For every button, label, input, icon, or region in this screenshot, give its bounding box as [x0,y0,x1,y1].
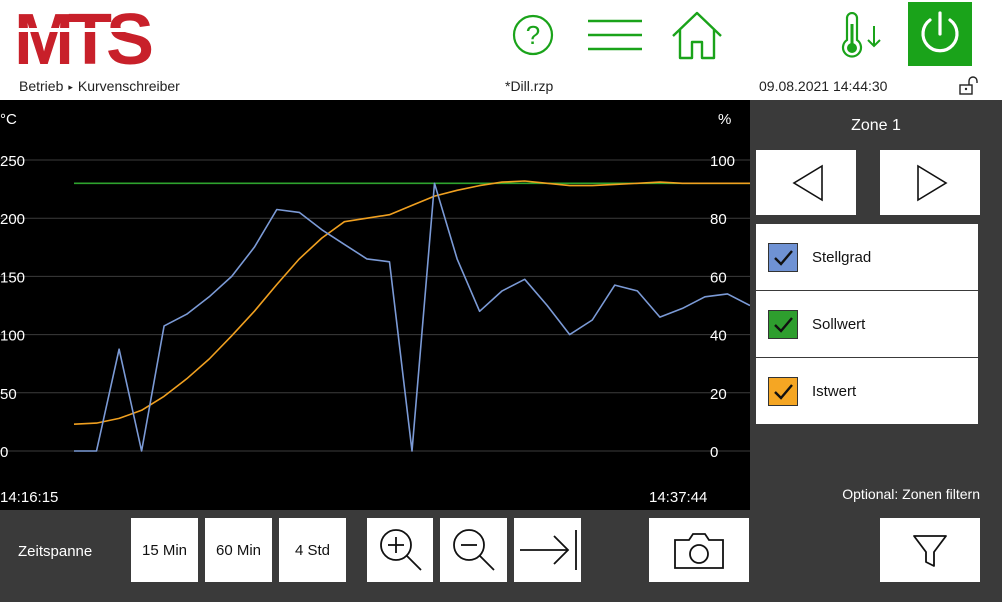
home-icon[interactable] [670,10,724,60]
breadcrumb: Betrieb ▸ Kurvenschreiber [19,78,180,94]
checkbox-stellgrad[interactable] [768,243,798,272]
y-tick-left: 250 [0,153,25,170]
camera-icon [674,533,724,569]
help-icon[interactable]: ? [512,14,554,56]
y-tick-left: 50 [0,386,17,403]
mts-logo: MTS [16,6,186,68]
prev-zone-button[interactable] [756,150,856,215]
power-button[interactable] [908,2,972,66]
breadcrumb-separator: ▸ [68,82,73,92]
filter-icon [913,535,947,567]
timespan-4std-button[interactable]: 4 Std [279,518,346,582]
zone-filter-label: Optional: Zonen filtern [842,486,980,502]
y-tick-right: 80 [710,211,727,228]
thermometer-down-icon[interactable] [838,12,888,60]
arrow-to-end-icon [520,530,577,570]
triangle-right-icon [917,164,948,202]
screenshot-button[interactable] [649,518,749,582]
y-tick-left: 0 [0,444,8,461]
next-zone-button[interactable] [880,150,980,215]
series-line-stellgrad [74,182,750,452]
zeitspanne-label: Zeitspanne [18,543,93,560]
svg-text:MTS: MTS [16,6,152,68]
y-tick-left: 150 [0,269,25,286]
line-chart: 250 100200 80150 60100 4050 200 0°C %14:16:15 14… [0,111,750,506]
bottom-toolbar: Zeitspanne 15 Min 60 Min 4 Std [0,510,1002,602]
check-icon [774,317,793,333]
zoom-in-icon [380,529,422,571]
button-label: 60 Min [215,542,262,559]
y-tick-right: 20 [710,386,727,403]
filter-button[interactable] [880,518,980,582]
header-bar: MTS Betrieb ▸ Kurvenschreiber *Dill.rzp ? … [0,0,1002,100]
triangle-left-icon [792,164,823,202]
y-tick-right: 0 [710,444,718,461]
checkbox-sollwert[interactable] [768,310,798,339]
zoom-in-button[interactable] [367,518,433,582]
chart-area: 250 100 200 80 150 60 100 40 50 20 0 0 °C% 14:16:15 14… [0,100,750,510]
checkbox-istwert[interactable] [768,377,798,406]
legend-stellgrad[interactable]: Stellgrad [756,224,978,290]
side-panel: Zone 1 Stellgrad Sollwert Istwert Option… [750,100,1002,510]
x-tick-start: 14:16:15 [0,489,58,506]
y-tick-left: 200 [0,211,25,228]
menu-icon[interactable] [586,16,644,54]
svg-text:?: ? [526,20,540,50]
check-icon [774,384,793,400]
jump-to-end-button[interactable] [514,518,581,582]
y-axis-unit-left: °C [0,111,17,128]
button-label: 4 Std [294,542,331,559]
power-icon [921,11,959,53]
legend-label: Istwert [812,383,857,400]
zone-title: Zone 1 [851,117,901,134]
y-tick-right: 40 [710,328,727,345]
zoom-out-icon [453,529,495,571]
legend-sollwert[interactable]: Sollwert [756,291,978,357]
legend-label: Stellgrad [812,249,872,266]
datetime: 09.08.2021 14:44:30 [759,78,888,94]
button-label: 15 Min [141,542,188,559]
lock-open-icon[interactable] [958,76,978,96]
y-tick-right: 100 [710,153,735,170]
timespan-60min-button[interactable]: 60 Min [205,518,272,582]
legend-label: Sollwert [812,316,866,333]
y-tick-right: 60 [710,269,727,286]
series-line-istwert [73,180,750,425]
y-tick-left: 100 [0,328,25,345]
breadcrumb-item: Kurvenschreiber [77,78,180,94]
x-tick-end: 14:37:44 [649,489,707,506]
y-axis-unit-right: % [718,111,731,128]
timespan-15min-button[interactable]: 15 Min [131,518,198,582]
check-icon [774,250,793,266]
zoom-out-button[interactable] [440,518,507,582]
legend-istwert[interactable]: Istwert [756,358,978,424]
breadcrumb-item[interactable]: Betrieb [19,78,63,94]
file-name: *Dill.rzp [505,78,554,94]
